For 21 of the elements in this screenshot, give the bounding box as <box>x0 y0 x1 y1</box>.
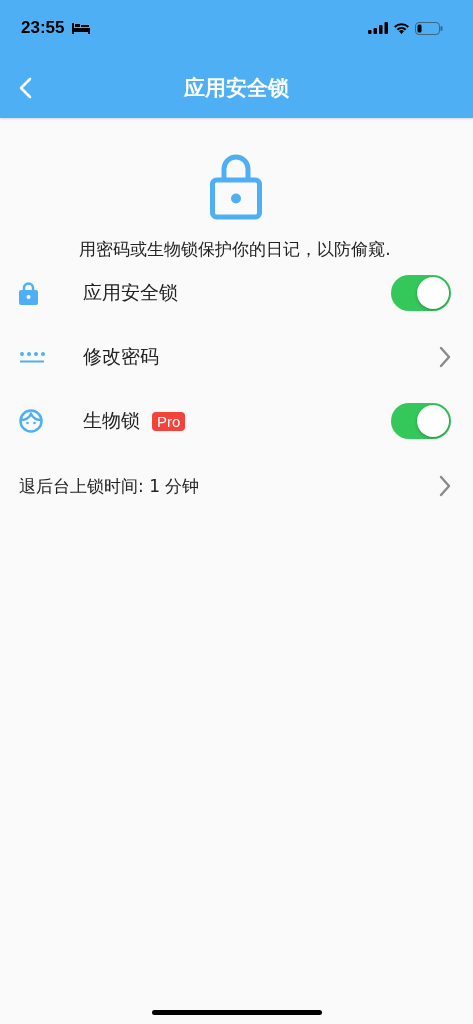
status-time: 23:55 <box>21 18 65 38</box>
password-icon <box>19 351 45 363</box>
battery-icon <box>415 21 443 35</box>
setting-label: 生物锁 <box>83 408 140 433</box>
lock-delay-label[interactable]: 退后台上锁时间: 1 分钟 <box>19 474 200 498</box>
face-icon <box>19 409 43 433</box>
padlock-icon <box>210 154 262 220</box>
toggle-switch[interactable] <box>391 403 451 439</box>
toggle-switch[interactable] <box>391 275 451 311</box>
description-text: 用密码或生物锁保护你的日记，以防偷窥. <box>78 238 392 261</box>
padlock-icon <box>19 281 38 305</box>
setting-label: 修改密码 <box>83 344 159 369</box>
signal-icon <box>368 22 388 34</box>
pro-badge: Pro <box>152 411 186 431</box>
chevron-right-icon[interactable] <box>439 346 451 368</box>
wifi-icon <box>393 22 410 34</box>
chevron-right-icon[interactable] <box>439 475 451 497</box>
setting-label: 应用安全锁 <box>83 280 178 305</box>
page-title: 应用安全锁 <box>184 75 289 102</box>
back-icon <box>18 77 32 99</box>
bed-icon <box>72 22 91 34</box>
